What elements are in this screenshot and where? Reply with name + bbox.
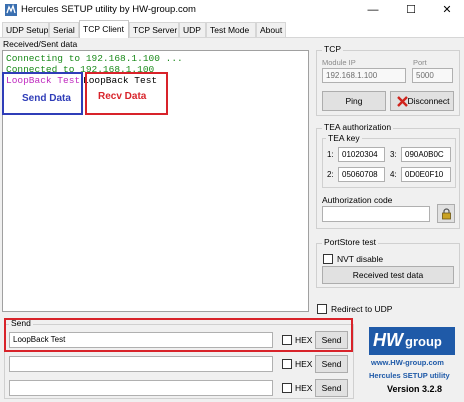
- tea-key-1[interactable]: 01020304: [338, 147, 385, 162]
- received-test-data-button[interactable]: Received test data: [322, 266, 454, 284]
- window-title: Hercules SETUP utility by HW-group.com: [21, 4, 196, 15]
- hex-checkbox-3[interactable]: [282, 383, 292, 393]
- close-button[interactable]: ✕: [432, 0, 462, 20]
- tea-key-3[interactable]: 090A0B0C: [401, 147, 451, 162]
- send-button-3[interactable]: Send: [315, 379, 348, 397]
- send-button-2[interactable]: Send: [315, 355, 348, 373]
- module-ip-label: Module IP: [322, 58, 356, 67]
- hw-group-logo: HW group www.HW-group.com Hercules SETUP…: [365, 325, 460, 399]
- hex-label-3: HEX: [295, 383, 313, 393]
- port-field[interactable]: 5000: [412, 68, 453, 83]
- tab-test-mode[interactable]: Test Mode: [206, 22, 256, 37]
- tcp-group-title: TCP: [322, 44, 343, 54]
- module-ip-field[interactable]: 192.168.1.100: [322, 68, 406, 83]
- tea-k1-label: 1:: [327, 150, 334, 159]
- disconnect-x-icon: [397, 95, 408, 107]
- disconnect-label: Disconnect: [407, 96, 450, 106]
- hex-label-2: HEX: [295, 359, 313, 369]
- auth-code-field[interactable]: [322, 206, 430, 222]
- hw-logo-product: Hercules SETUP utility: [369, 371, 450, 380]
- portstore-group-title: PortStore test: [322, 237, 378, 247]
- received-sent-label: Received/Sent data: [3, 39, 78, 49]
- minimize-button[interactable]: —: [358, 0, 388, 20]
- tab-about[interactable]: About: [256, 22, 286, 37]
- lock-icon: [441, 208, 452, 220]
- redirect-udp-label: Redirect to UDP: [331, 304, 393, 314]
- send-data-annotation-label: Send Data: [22, 93, 71, 104]
- app-icon: [4, 3, 18, 17]
- tea-key-4[interactable]: 0D0E0F10: [401, 167, 451, 182]
- tea-key-label: TEA key: [326, 133, 362, 143]
- auth-lock-button[interactable]: [437, 204, 455, 223]
- redirect-udp-checkbox[interactable]: [317, 304, 327, 314]
- ping-button[interactable]: Ping: [322, 91, 386, 111]
- tea-k3-label: 3:: [390, 150, 397, 159]
- title-bar: Hercules SETUP utility by HW-group.com —…: [0, 0, 464, 20]
- log-line-connecting: Connecting to 192.168.1.100 ...: [6, 53, 183, 64]
- recv-data-annotation-label: Recv Data: [98, 91, 147, 102]
- auth-code-label: Authorization code: [322, 195, 393, 205]
- hex-checkbox-2[interactable]: [282, 359, 292, 369]
- hw-logo-version: Version 3.2.8: [387, 384, 443, 394]
- tea-key-2[interactable]: 05060708: [338, 167, 385, 182]
- maximize-button[interactable]: ☐: [396, 0, 426, 20]
- send-annotation: [4, 318, 353, 352]
- tea-k4-label: 4:: [390, 170, 397, 179]
- nvt-disable-checkbox[interactable]: [323, 254, 333, 264]
- send-input-3[interactable]: [9, 380, 273, 396]
- tab-udp-setup[interactable]: UDP Setup: [2, 22, 49, 37]
- tab-serial[interactable]: Serial: [49, 22, 79, 37]
- tab-tcp-client[interactable]: TCP Client: [79, 20, 129, 38]
- hw-logo-group: group: [405, 334, 442, 349]
- tea-group-title: TEA authorization: [322, 122, 394, 132]
- tab-tcp-server[interactable]: TCP Server: [129, 22, 179, 37]
- hw-logo-banner: HW group: [369, 327, 455, 355]
- port-label: Port: [413, 58, 427, 67]
- disconnect-button[interactable]: Disconnect: [390, 91, 454, 111]
- tea-k2-label: 2:: [327, 170, 334, 179]
- hw-logo-hw: HW: [373, 330, 403, 350]
- nvt-disable-label: NVT disable: [337, 254, 384, 264]
- send-input-2[interactable]: [9, 356, 273, 372]
- tab-udp[interactable]: UDP: [179, 22, 206, 37]
- hw-logo-url: www.HW-group.com: [371, 358, 444, 367]
